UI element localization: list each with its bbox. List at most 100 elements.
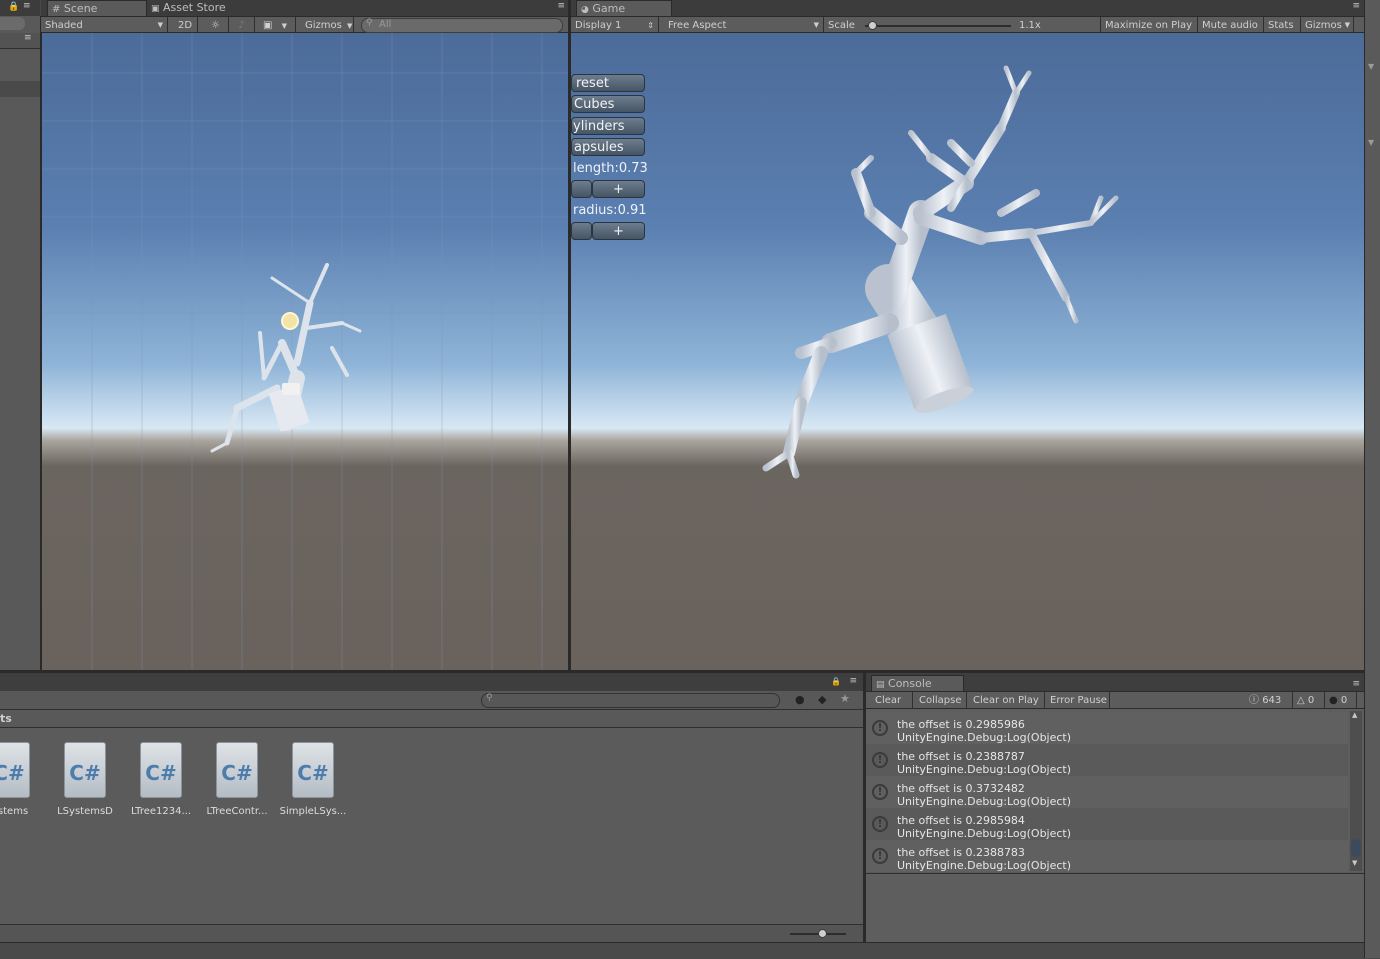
list-item[interactable]: ! the offset is 0.2388783 UnityEngine.De… xyxy=(866,840,1348,872)
scene-toolbar: Shaded ▼ 2D ☼ ♪ ▣ ▼ Gizmos ▼ ⚲ All xyxy=(41,16,569,34)
project-tabbar: 🔒 ≡ xyxy=(0,673,863,691)
hierarchy-toolbar: ≡ xyxy=(0,33,40,49)
error-pause-toggle[interactable]: Error Pause xyxy=(1046,692,1110,709)
asset-tile[interactable]: C# LTree1234... xyxy=(126,742,196,817)
game-tabbar: ◕ Game ≡ xyxy=(571,0,1364,16)
scroll-down-icon[interactable]: ▼ xyxy=(1352,859,1357,867)
shading-dropdown[interactable]: Shaded ▼ xyxy=(41,17,168,34)
tab-scene[interactable]: # Scene xyxy=(47,0,147,16)
store-icon: ▣ xyxy=(151,4,160,14)
game-viewport[interactable]: reset Cubes ylinders apsules length:0.73… xyxy=(571,33,1364,670)
hierarchy-create-field[interactable] xyxy=(0,17,25,30)
star-icon[interactable]: ★ xyxy=(840,692,850,705)
pacman-icon: ◕ xyxy=(581,5,589,15)
scene-viewport[interactable] xyxy=(41,33,569,670)
scale-slider-track[interactable] xyxy=(865,25,1011,27)
display-dropdown[interactable]: Display 1 ⇕ xyxy=(571,17,659,34)
info-icon: ! xyxy=(872,720,888,736)
info-icon: ⓘ xyxy=(1249,695,1259,706)
csharp-script-icon: C# xyxy=(64,742,106,798)
game-tree-model xyxy=(762,65,1119,479)
scene-tabbar: # Scene ▣ Asset Store ≡ xyxy=(41,0,569,16)
project-bottom-bar xyxy=(0,924,863,943)
info-icon: ! xyxy=(872,816,888,832)
stats-toggle[interactable]: Stats xyxy=(1264,17,1301,34)
hierarchy-tabbar: 🔒 ≡ xyxy=(0,0,40,16)
chevron-down-icon: ▼ xyxy=(281,22,288,30)
collapse-arrow-icon[interactable]: ▼ xyxy=(1368,62,1374,71)
image-icon: ▣ xyxy=(263,20,273,31)
chevron-down-icon: ▼ xyxy=(347,22,353,30)
scene-gizmos-dropdown[interactable]: Gizmos ▼ xyxy=(301,17,354,34)
filter-type-icon[interactable]: ● xyxy=(795,693,805,706)
clear-button[interactable]: Clear xyxy=(871,692,913,709)
list-item[interactable]: ! the offset is 0.2985984 UnityEngine.De… xyxy=(866,808,1348,840)
info-icon: ! xyxy=(872,848,888,864)
search-icon: ⚲ xyxy=(366,18,373,28)
info-icon: ! xyxy=(872,784,888,800)
tab-asset-store[interactable]: ▣ Asset Store xyxy=(147,0,257,16)
clear-on-play-toggle[interactable]: Clear on Play xyxy=(969,692,1045,709)
asset-tile[interactable]: C# LTreeContr... xyxy=(202,742,272,817)
error-icon: ● xyxy=(1329,695,1338,706)
error-filter-toggle[interactable]: ● 0 xyxy=(1325,692,1357,709)
list-item[interactable]: ! the offset is 0.2985986 UnityEngine.De… xyxy=(866,712,1348,744)
list-item[interactable]: ! the offset is 0.3732482 UnityEngine.De… xyxy=(866,776,1348,808)
csharp-script-icon: C# xyxy=(292,742,334,798)
chevron-updown-icon: ⇕ xyxy=(647,21,654,30)
scroll-up-icon[interactable]: ▲ xyxy=(1352,711,1357,719)
effects-dropdown[interactable]: ▣ ▼ xyxy=(259,17,296,34)
chevron-down-icon: ▼ xyxy=(1344,21,1350,29)
lock-icon[interactable]: 🔒 xyxy=(8,2,19,12)
scene-search-field[interactable]: ⚲ All xyxy=(361,18,563,33)
console-log-list[interactable]: ! the offset is 0.2985986 UnityEngine.De… xyxy=(866,709,1364,872)
project-toolbar: ⚲ ● ◆ ★ xyxy=(0,691,863,710)
csharp-script-icon: C# xyxy=(0,742,30,798)
menu-icon[interactable]: ≡ xyxy=(24,33,32,43)
project-search-input[interactable]: ⚲ xyxy=(481,693,780,708)
tab-console[interactable]: ▤ Console xyxy=(871,675,964,691)
breadcrumb[interactable]: ts xyxy=(0,712,12,725)
list-item[interactable]: ! the offset is 0.2388787 UnityEngine.De… xyxy=(866,744,1348,776)
asset-tile[interactable]: C# LSystemsD xyxy=(50,742,120,817)
warning-icon: △ xyxy=(1297,695,1305,706)
icon-size-slider-thumb[interactable] xyxy=(818,929,827,938)
sun-icon: ☼ xyxy=(211,20,220,31)
lock-icon[interactable]: 🔒 xyxy=(831,677,841,686)
csharp-script-icon: C# xyxy=(140,742,182,798)
hierarchy-selected-row[interactable] xyxy=(0,81,40,97)
asset-tile[interactable]: C# SimpleLSys... xyxy=(278,742,348,817)
aspect-dropdown[interactable]: Free Aspect ▼ xyxy=(664,17,824,34)
tag-icon[interactable]: ◆ xyxy=(818,693,826,706)
warning-filter-toggle[interactable]: △ 0 xyxy=(1293,692,1325,709)
console-scrollbar[interactable]: ▲ ▼ xyxy=(1350,711,1362,871)
console-panel: ▤ Console ≡ Clear Collapse Clear on Play… xyxy=(866,673,1364,943)
speaker-icon: ♪ xyxy=(238,20,245,31)
menu-icon[interactable]: ≡ xyxy=(1352,1,1360,11)
status-bar xyxy=(0,942,1364,959)
console-detail-area[interactable] xyxy=(866,873,1364,943)
inspector-edge: ▼ ▼ xyxy=(1364,0,1380,958)
game-toolbar: Display 1 ⇕ Free Aspect ▼ Scale 1.1x Max… xyxy=(571,16,1364,34)
tab-game[interactable]: ◕ Game xyxy=(576,0,672,16)
log-filter-toggle[interactable]: ⓘ 643 xyxy=(1245,692,1293,709)
collapse-toggle[interactable]: Collapse xyxy=(915,692,967,709)
console-icon: ▤ xyxy=(876,680,885,690)
2d-toggle[interactable]: 2D xyxy=(173,17,198,34)
menu-icon[interactable]: ≡ xyxy=(557,1,565,11)
scale-slider-thumb[interactable] xyxy=(867,21,877,30)
game-gizmos-dropdown[interactable]: Gizmos ▼ xyxy=(1301,17,1354,34)
maximize-on-play-toggle[interactable]: Maximize on Play xyxy=(1101,17,1198,34)
lighting-toggle[interactable]: ☼ xyxy=(203,17,229,34)
chevron-down-icon: ▼ xyxy=(813,21,819,29)
scene-tree-model xyxy=(210,263,362,453)
menu-icon[interactable]: ≡ xyxy=(849,676,857,686)
audio-toggle[interactable]: ♪ xyxy=(229,17,255,34)
menu-icon[interactable]: ≡ xyxy=(1352,679,1360,689)
collapse-arrow-icon[interactable]: ▼ xyxy=(1368,138,1374,147)
hierarchy-panel: ≡ xyxy=(0,16,41,670)
menu-icon[interactable]: ≡ xyxy=(23,1,31,11)
mute-audio-toggle[interactable]: Mute audio xyxy=(1198,17,1264,34)
asset-tile[interactable]: C# ystems xyxy=(0,742,44,817)
scrollbar-thumb[interactable] xyxy=(1351,839,1361,857)
